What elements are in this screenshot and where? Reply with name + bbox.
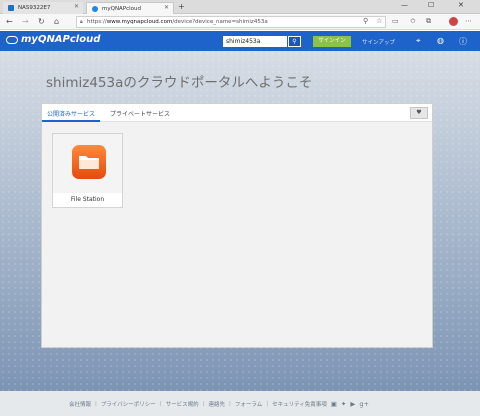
- site-footer: 会社情報 | プライバシーポリシー | サービス規約 | 連絡先 | フォーラム…: [0, 391, 480, 416]
- info-icon[interactable]: ⓘ: [459, 36, 467, 47]
- app-card-file-station[interactable]: File Station: [52, 133, 123, 208]
- page-title: shimiz453aのクラウドポータルへようこそ: [46, 75, 313, 91]
- profile-avatar[interactable]: [449, 17, 458, 26]
- facebook-icon[interactable]: ▣: [331, 400, 337, 408]
- home-icon[interactable]: ⌂: [54, 17, 59, 27]
- footer-links: 会社情報 | プライバシーポリシー | サービス規約 | 連絡先 | フォーラム…: [69, 400, 369, 408]
- cloud-favicon-icon: [92, 5, 98, 12]
- qnap-favicon-icon: [8, 5, 14, 11]
- close-window-button[interactable]: ✕: [458, 1, 464, 9]
- maximize-button[interactable]: ☐: [428, 1, 434, 9]
- close-tab-icon[interactable]: ✕: [74, 3, 79, 10]
- separator: |: [229, 401, 231, 407]
- footer-link-contact[interactable]: 連絡先: [209, 400, 226, 408]
- separator: |: [202, 401, 205, 407]
- footer-link-terms[interactable]: サービス規約: [166, 400, 199, 408]
- back-arrow-icon[interactable]: ←: [6, 17, 13, 27]
- new-tab-button[interactable]: +: [178, 2, 185, 11]
- refresh-icon[interactable]: ↻: [38, 17, 45, 27]
- footer-link-company[interactable]: 会社情報: [69, 400, 91, 408]
- close-tab-icon[interactable]: ✕: [164, 4, 169, 11]
- youtube-icon[interactable]: ▶: [350, 400, 355, 408]
- cloud-logo-icon: [6, 35, 18, 44]
- main-area: shimiz453aのクラウドポータルへようこそ 公開済みサービス プライベート…: [0, 51, 480, 391]
- browser-tab-nas[interactable]: NAS9322E7 ✕: [3, 2, 83, 14]
- separator: |: [266, 401, 269, 407]
- url-prefix: https://: [87, 19, 107, 25]
- file-station-icon: [72, 145, 106, 179]
- favorites-icon[interactable]: ✩: [410, 17, 416, 25]
- more-menu-icon[interactable]: ⋯: [465, 17, 472, 25]
- signup-link[interactable]: サインアップ: [362, 38, 395, 46]
- heart-icon: ♥: [416, 109, 422, 116]
- device-search-input[interactable]: [223, 36, 287, 47]
- lock-icon: 🔒︎: [80, 19, 83, 25]
- url-host: www.myqnapcloud.com: [106, 19, 173, 25]
- footer-link-privacy[interactable]: プライバシーポリシー: [101, 400, 156, 408]
- logo-text: myQNAPcloud: [21, 34, 101, 45]
- footer-link-security[interactable]: セキュリティ免責事項: [272, 400, 327, 408]
- address-bar[interactable]: 🔒︎ https://www.myqnapcloud.com/device?de…: [76, 16, 386, 28]
- services-panel: 公開済みサービス プライベートサービス ♥ File Station: [41, 103, 433, 348]
- favorite-button[interactable]: ♥: [410, 107, 428, 119]
- browser-tab-myqnapcloud[interactable]: myQNAPcloud ✕: [86, 2, 174, 14]
- app-name: File Station: [70, 196, 105, 203]
- browser-toolbar: ← → ↻ ⌂ 🔒︎ https://www.myqnapcloud.com/d…: [0, 14, 480, 30]
- location-pin-icon[interactable]: ⌖: [416, 36, 421, 46]
- reading-view-icon[interactable]: ▭: [392, 17, 399, 25]
- forward-arrow-icon[interactable]: →: [22, 17, 29, 27]
- google-plus-icon[interactable]: g+: [359, 400, 369, 408]
- separator: |: [95, 401, 97, 407]
- zoom-icon[interactable]: ⚲: [363, 17, 368, 25]
- tab-published-services[interactable]: 公開済みサービス: [47, 109, 95, 118]
- app-card-icon-area: [53, 134, 122, 193]
- tab-private-services[interactable]: プライベートサービス: [110, 109, 170, 118]
- bookmark-star-icon[interactable]: ☆: [376, 17, 382, 25]
- tab-title: NAS9322E7: [18, 5, 51, 11]
- separator: |: [159, 401, 162, 407]
- collections-icon[interactable]: ⧉: [426, 17, 431, 26]
- minimize-button[interactable]: —: [401, 1, 408, 9]
- search-button[interactable]: ⚲: [288, 36, 301, 47]
- tab-title: myQNAPcloud: [102, 5, 142, 12]
- folder-icon: [79, 156, 99, 169]
- browser-tab-bar: NAS9322E7 ✕ myQNAPcloud ✕ + — ☐ ✕: [0, 0, 480, 14]
- signin-button[interactable]: サインイン: [313, 36, 351, 47]
- services-tabs: 公開済みサービス プライベートサービス ♥: [42, 104, 432, 122]
- site-header: myQNAPcloud ⚲ サインイン サインアップ ⌖ ◍ ⓘ: [0, 31, 480, 51]
- myqnapcloud-logo[interactable]: myQNAPcloud: [6, 34, 100, 45]
- footer-link-forum[interactable]: フォーラム: [235, 400, 262, 408]
- url-path: /device?device_name=shimiz453a: [172, 19, 268, 25]
- globe-icon[interactable]: ◍: [437, 36, 444, 45]
- twitter-icon[interactable]: ✦: [341, 400, 346, 408]
- search-icon: ⚲: [292, 38, 297, 45]
- active-tab-indicator: [42, 120, 100, 122]
